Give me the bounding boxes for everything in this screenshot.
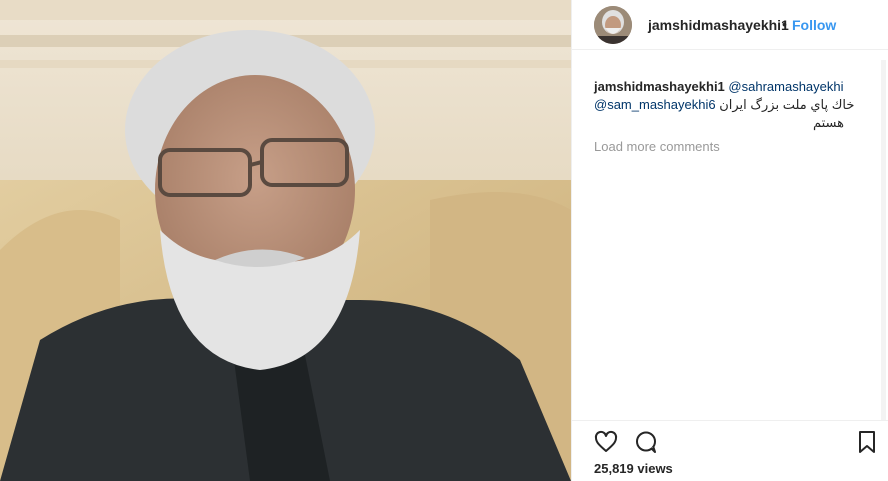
avatar[interactable]	[594, 6, 632, 44]
post-header: jamshidmashayekhi1 • Follow	[572, 0, 888, 50]
view-count: 25,819 views	[594, 461, 673, 476]
caption-text: خاك پاي ملت بزرگ ايران	[719, 97, 855, 112]
load-more-comments-button[interactable]: Load more comments	[594, 139, 720, 154]
post-username[interactable]: jamshidmashayekhi1	[648, 17, 789, 33]
comments-scrollbar[interactable]	[881, 60, 886, 420]
caption-text: هستم	[812, 115, 844, 130]
mention-link[interactable]: @sahramashayekhi	[728, 79, 843, 94]
post-sidebar: jamshidmashayekhi1 • Follow jamshidmasha…	[571, 0, 888, 481]
heart-icon[interactable]	[594, 430, 618, 459]
caption-line-1: jamshidmashayekhi1 @sahramashayekhi	[594, 78, 864, 96]
comment-icon[interactable]	[634, 430, 658, 459]
separator-dot: •	[782, 16, 787, 32]
video-frame	[0, 0, 571, 481]
follow-button[interactable]: Follow	[792, 17, 836, 33]
post-video[interactable]	[0, 0, 571, 481]
mention-link[interactable]: @sam_mashayekhi6	[594, 97, 716, 112]
bookmark-icon[interactable]	[857, 430, 877, 459]
caption-username[interactable]: jamshidmashayekhi1	[594, 79, 725, 94]
post-actions: 25,819 views	[572, 420, 888, 481]
caption-line-2: @sam_mashayekhi6 خاك پاي ملت بزرگ ايران	[594, 96, 864, 114]
post-caption: jamshidmashayekhi1 @sahramashayekhi @sam…	[594, 78, 864, 132]
